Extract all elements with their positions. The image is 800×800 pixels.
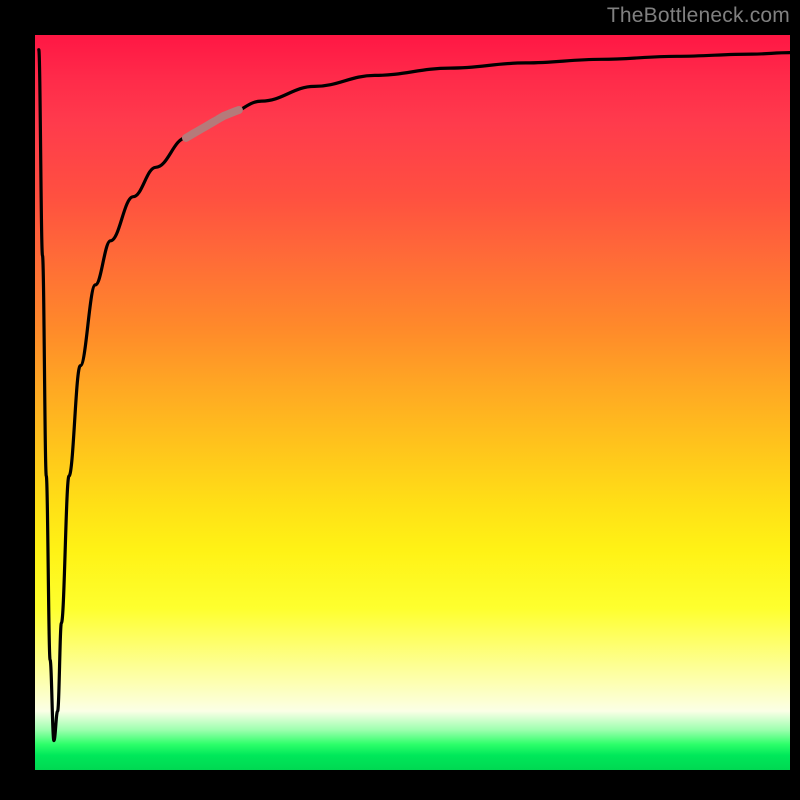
- plot-area: [35, 35, 790, 770]
- highlight-segment: [186, 110, 239, 138]
- chart-stage: TheBottleneck.com: [0, 0, 800, 800]
- watermark-text: TheBottleneck.com: [607, 4, 790, 28]
- bottleneck-curve: [39, 50, 790, 741]
- curve-layer: [35, 35, 790, 770]
